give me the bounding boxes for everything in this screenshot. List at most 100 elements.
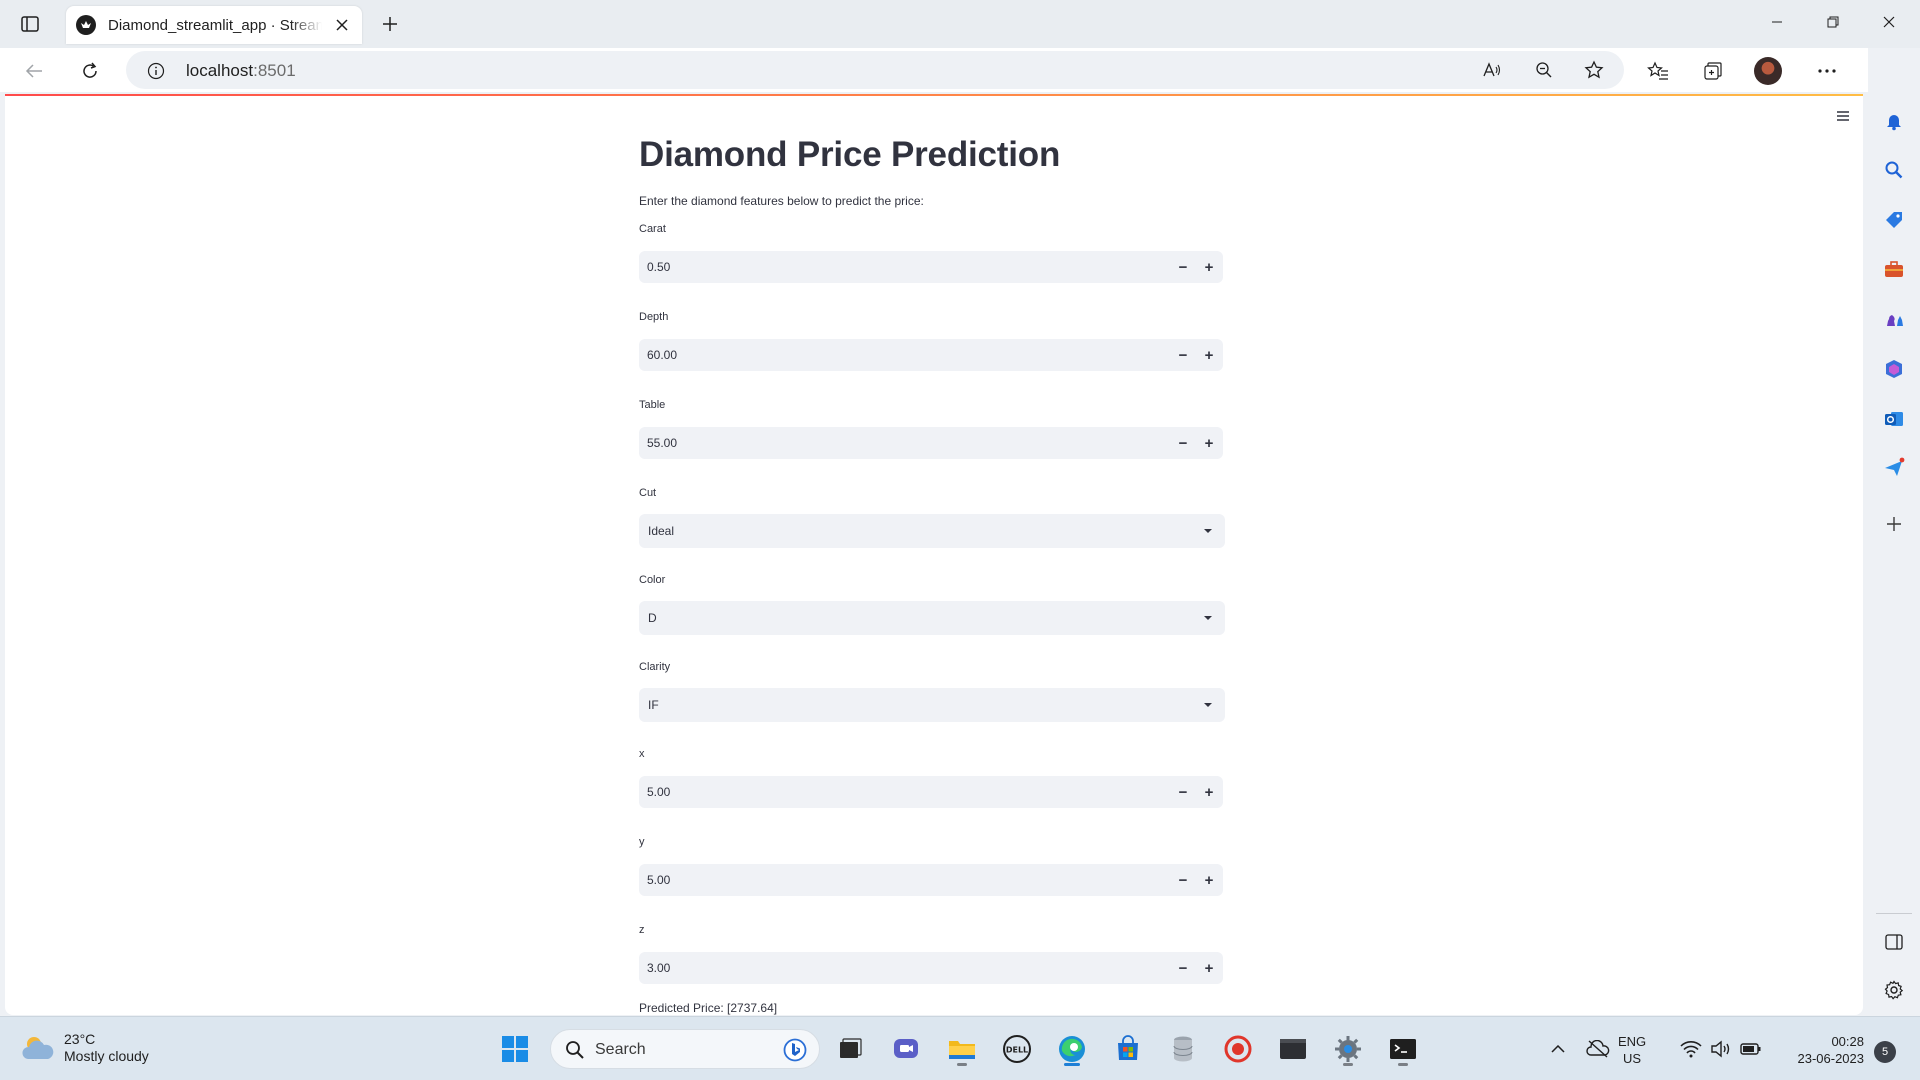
- app-menu-icon[interactable]: [1833, 106, 1853, 126]
- z-decrement-button[interactable]: −: [1171, 956, 1195, 980]
- read-aloud-icon[interactable]: [1478, 56, 1506, 84]
- cut-select[interactable]: Ideal: [639, 514, 1225, 548]
- shopping-tag-icon[interactable]: [1878, 204, 1910, 236]
- site-info-icon[interactable]: [146, 61, 166, 81]
- depth-value: 60.00: [647, 348, 678, 362]
- tab-close-icon[interactable]: [332, 15, 352, 35]
- depth-decrement-button[interactable]: −: [1171, 343, 1195, 367]
- depth-increment-button[interactable]: +: [1197, 343, 1221, 367]
- volume-icon[interactable]: [1708, 1037, 1734, 1061]
- task-view-icon[interactable]: [830, 1029, 870, 1069]
- dell-app-icon[interactable]: DELL: [997, 1029, 1037, 1069]
- z-label: z: [639, 924, 645, 936]
- profile-avatar[interactable]: [1754, 57, 1782, 85]
- carat-decrement-button[interactable]: −: [1171, 255, 1195, 279]
- settings-running-indicator: [1343, 1063, 1353, 1066]
- terminal-window-icon[interactable]: [1273, 1029, 1313, 1069]
- input-language-indicator[interactable]: ENG US: [1618, 1033, 1646, 1067]
- cut-value: Ideal: [648, 524, 675, 538]
- color-select[interactable]: D: [639, 601, 1225, 635]
- edge-browser-icon[interactable]: [1052, 1029, 1092, 1069]
- command-prompt-running-indicator: [1398, 1063, 1408, 1066]
- clarity-chevron-down-icon: [1201, 698, 1215, 712]
- favorite-star-icon[interactable]: [1580, 56, 1608, 84]
- color-chevron-down-icon: [1201, 611, 1215, 625]
- bell-icon[interactable]: [1878, 105, 1910, 137]
- y-field: y 5.00 − +: [639, 834, 1231, 896]
- settings-app-icon[interactable]: [1328, 1029, 1368, 1069]
- taskbar-search[interactable]: Search: [550, 1029, 820, 1069]
- browser-tab-active[interactable]: Diamond_streamlit_app · Streamlit: [66, 6, 362, 44]
- y-increment-button[interactable]: +: [1197, 868, 1221, 892]
- outlook-icon[interactable]: [1878, 403, 1910, 435]
- more-options-icon[interactable]: [1811, 55, 1843, 87]
- table-input[interactable]: 55.00 − +: [639, 427, 1223, 459]
- hide-sidebar-icon[interactable]: [1878, 926, 1910, 958]
- x-increment-button[interactable]: +: [1197, 780, 1221, 804]
- notification-count-badge[interactable]: 5: [1874, 1041, 1896, 1063]
- battery-icon[interactable]: [1738, 1037, 1764, 1061]
- color-field: Color D: [639, 572, 1231, 635]
- url-port: :8501: [253, 61, 296, 80]
- x-value: 5.00: [647, 785, 671, 799]
- streamlit-header-stripe: [5, 94, 1863, 96]
- z-input[interactable]: 3.00 − +: [639, 952, 1223, 984]
- search-icon: [566, 1041, 584, 1059]
- games-chess-icon[interactable]: [1878, 303, 1910, 335]
- y-decrement-button[interactable]: −: [1171, 868, 1195, 892]
- settings-gear-icon[interactable]: [1878, 974, 1910, 1006]
- url-host: localhost: [186, 61, 254, 80]
- add-sidebar-app-icon[interactable]: [1878, 508, 1910, 540]
- refresh-icon[interactable]: [74, 55, 106, 87]
- clarity-select[interactable]: IF: [639, 688, 1225, 722]
- x-decrement-button[interactable]: −: [1171, 780, 1195, 804]
- onedrive-offline-icon[interactable]: [1584, 1037, 1612, 1061]
- search-icon[interactable]: [1878, 154, 1910, 186]
- back-icon[interactable]: [18, 55, 50, 87]
- address-bar[interactable]: localhost:8501: [126, 51, 1624, 89]
- tools-briefcase-icon[interactable]: [1878, 253, 1910, 285]
- close-window-icon[interactable]: [1861, 0, 1917, 44]
- browser-toolbar: localhost:8501: [0, 48, 1920, 92]
- collections-icon[interactable]: [1697, 55, 1729, 87]
- page-title: Diamond Price Prediction: [639, 135, 1061, 174]
- weather-temperature: 23°C: [64, 1031, 96, 1047]
- cut-field: Cut Ideal: [639, 485, 1231, 548]
- carat-input[interactable]: 0.50 − +: [639, 251, 1223, 283]
- file-explorer-icon[interactable]: [942, 1029, 982, 1069]
- send-drop-icon[interactable]: [1878, 452, 1910, 484]
- z-field: z 3.00 − +: [639, 922, 1231, 984]
- depth-label: Depth: [639, 311, 669, 323]
- tab-actions-icon[interactable]: [14, 10, 46, 38]
- table-increment-button[interactable]: +: [1197, 431, 1221, 455]
- wifi-icon[interactable]: [1678, 1037, 1704, 1061]
- weather-description: Mostly cloudy: [64, 1048, 149, 1064]
- url-text[interactable]: localhost:8501: [186, 61, 296, 81]
- command-prompt-icon[interactable]: [1383, 1029, 1423, 1069]
- edge-sidebar: [1868, 48, 1920, 1015]
- svg-text:DELL: DELL: [1006, 1046, 1028, 1055]
- table-decrement-button[interactable]: −: [1171, 431, 1195, 455]
- restore-icon[interactable]: [1805, 0, 1861, 44]
- x-field: x 5.00 − +: [639, 746, 1231, 808]
- favorites-icon[interactable]: [1642, 55, 1674, 87]
- start-button[interactable]: [495, 1029, 535, 1069]
- system-clock[interactable]: 00:28 23-06-2023: [1780, 1033, 1865, 1067]
- carat-increment-button[interactable]: +: [1197, 255, 1221, 279]
- z-increment-button[interactable]: +: [1197, 956, 1221, 980]
- new-tab-icon[interactable]: [376, 10, 404, 38]
- show-hidden-icons-chevron-up-icon[interactable]: [1546, 1037, 1570, 1061]
- weather-widget[interactable]: 23°C Mostly cloudy: [20, 1031, 149, 1065]
- teams-chat-icon[interactable]: [886, 1029, 926, 1069]
- microsoft-store-icon[interactable]: [1108, 1029, 1148, 1069]
- depth-input[interactable]: 60.00 − +: [639, 339, 1223, 371]
- microsoft-365-icon[interactable]: [1878, 353, 1910, 385]
- y-value: 5.00: [647, 873, 671, 887]
- minimize-icon[interactable]: [1749, 0, 1805, 44]
- zoom-out-icon[interactable]: [1530, 56, 1558, 84]
- y-input[interactable]: 5.00 − +: [639, 864, 1223, 896]
- screen-recorder-icon[interactable]: [1218, 1029, 1258, 1069]
- x-input[interactable]: 5.00 − +: [639, 776, 1223, 808]
- table-label: Table: [639, 399, 666, 411]
- database-app-icon[interactable]: [1163, 1029, 1203, 1069]
